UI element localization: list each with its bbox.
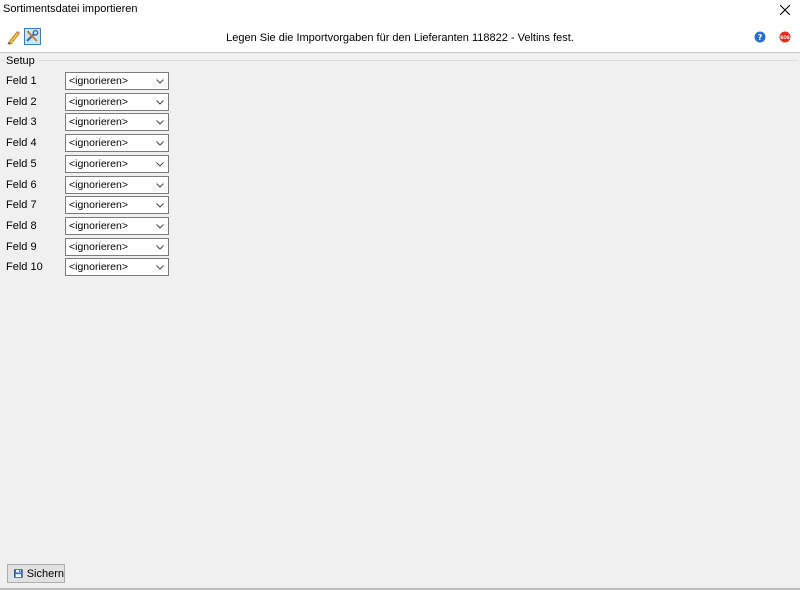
field-select[interactable]: <ignorieren> (65, 155, 169, 173)
field-select[interactable]: <ignorieren> (65, 176, 169, 194)
field-select-value: <ignorieren> (69, 96, 128, 108)
field-select[interactable]: <ignorieren> (65, 134, 169, 152)
field-row: Feld 4 <ignorieren> (6, 134, 176, 152)
field-label: Feld 10 (6, 261, 43, 273)
field-label: Feld 6 (6, 179, 37, 191)
field-row: Feld 8 <ignorieren> (6, 217, 176, 235)
floppy-disk-icon (14, 569, 23, 578)
import-dialog: Sortimentsdatei importieren Legen Sie di… (0, 0, 800, 590)
field-row: Feld 5 <ignorieren> (6, 155, 176, 173)
svg-text:?: ? (758, 33, 763, 42)
field-select[interactable]: <ignorieren> (65, 93, 169, 111)
chevron-down-icon (156, 141, 164, 146)
field-label: Feld 1 (6, 75, 37, 87)
field-row: Feld 10 <ignorieren> (6, 258, 176, 276)
chevron-down-icon (156, 203, 164, 208)
header-message: Legen Sie die Importvorgaben für den Lie… (226, 32, 574, 44)
help-icon: ? (754, 31, 766, 43)
field-label: Feld 8 (6, 220, 37, 232)
field-row: Feld 1 <ignorieren> (6, 72, 176, 90)
title-bar: Sortimentsdatei importieren (0, 0, 800, 20)
save-button-label: Sichern (26, 567, 64, 580)
chevron-down-icon (156, 162, 164, 167)
field-select-value: <ignorieren> (69, 261, 128, 273)
setup-group: Setup Feld 1 <ignorieren> Feld 2 <ignori… (2, 55, 798, 557)
field-select[interactable]: <ignorieren> (65, 217, 169, 235)
sos-icon: SOS (779, 31, 791, 43)
help-button[interactable]: ? (754, 31, 766, 43)
svg-text:SOS: SOS (780, 35, 790, 40)
field-select[interactable]: <ignorieren> (65, 72, 169, 90)
field-label: Feld 3 (6, 116, 37, 128)
chevron-down-icon (156, 120, 164, 125)
field-select-value: <ignorieren> (69, 137, 128, 149)
field-select[interactable]: <ignorieren> (65, 113, 169, 131)
setup-legend: Setup (5, 55, 37, 67)
field-select-value: <ignorieren> (69, 220, 128, 232)
field-select[interactable]: <ignorieren> (65, 238, 169, 256)
close-button[interactable] (770, 0, 800, 20)
field-select-value: <ignorieren> (69, 179, 128, 191)
header-bar: Legen Sie die Importvorgaben für den Lie… (0, 20, 800, 53)
field-select[interactable]: <ignorieren> (65, 258, 169, 276)
field-row: Feld 9 <ignorieren> (6, 238, 176, 256)
field-row: Feld 3 <ignorieren> (6, 113, 176, 131)
chevron-down-icon (156, 245, 164, 250)
chevron-down-icon (156, 183, 164, 188)
chevron-down-icon (156, 265, 164, 270)
field-label: Feld 7 (6, 199, 37, 211)
save-button[interactable]: Sichern (7, 564, 65, 583)
field-select-value: <ignorieren> (69, 75, 128, 87)
field-select[interactable]: <ignorieren> (65, 196, 169, 214)
field-label: Feld 4 (6, 137, 37, 149)
field-row: Feld 6 <ignorieren> (6, 176, 176, 194)
field-label: Feld 5 (6, 158, 37, 170)
chevron-down-icon (156, 224, 164, 229)
field-label: Feld 2 (6, 96, 37, 108)
field-select-value: <ignorieren> (69, 241, 128, 253)
field-select-value: <ignorieren> (69, 116, 128, 128)
chevron-down-icon (156, 100, 164, 105)
sos-button[interactable]: SOS (779, 31, 791, 43)
field-select-value: <ignorieren> (69, 199, 128, 211)
field-select-value: <ignorieren> (69, 158, 128, 170)
field-row: Feld 2 <ignorieren> (6, 93, 176, 111)
field-label: Feld 9 (6, 241, 37, 253)
field-row: Feld 7 <ignorieren> (6, 196, 176, 214)
close-icon (780, 5, 790, 15)
chevron-down-icon (156, 79, 164, 84)
window-title: Sortimentsdatei importieren (3, 3, 138, 15)
